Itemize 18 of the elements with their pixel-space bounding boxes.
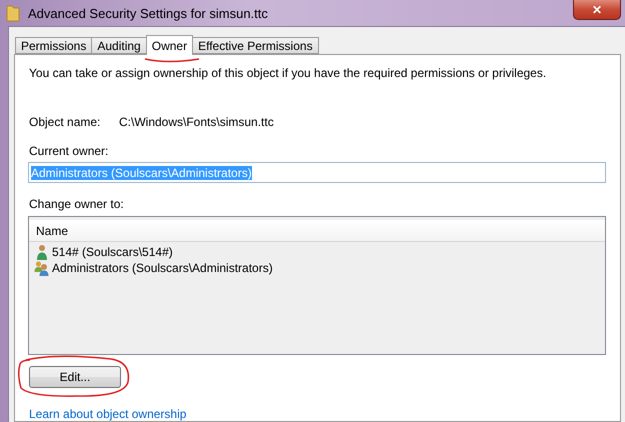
change-owner-label: Change owner to: (29, 197, 125, 211)
object-name-value: C:\Windows\Fonts\simsun.ttc (119, 115, 274, 129)
tab[interactable]: Auditing (91, 37, 147, 54)
folder-icon (6, 4, 20, 22)
ownership-link[interactable]: Learn about object ownership (29, 407, 606, 421)
tab[interactable]: Permissions (15, 37, 92, 54)
name-column-header[interactable]: Name (29, 220, 605, 242)
owner-list-item[interactable]: Administrators (Soulscars\Administrators) (52, 261, 273, 275)
intro-text: You can take or assign ownership of this object if you have the required permissions or privileges. (29, 66, 548, 80)
users-icon (34, 260, 50, 276)
window-title: Advanced Security Settings for simsun.ttc (28, 6, 268, 20)
tab[interactable]: Effective Permissions (192, 37, 319, 54)
owner-list-item[interactable]: 514# (Soulscars\514#) (52, 245, 173, 259)
object-name-label: Object name: (29, 115, 102, 129)
user-icon (34, 244, 50, 260)
edit-button[interactable]: Edit... (29, 366, 121, 388)
current-owner-label: Current owner: (29, 144, 110, 158)
close-button[interactable]: ✕ (573, 0, 621, 20)
